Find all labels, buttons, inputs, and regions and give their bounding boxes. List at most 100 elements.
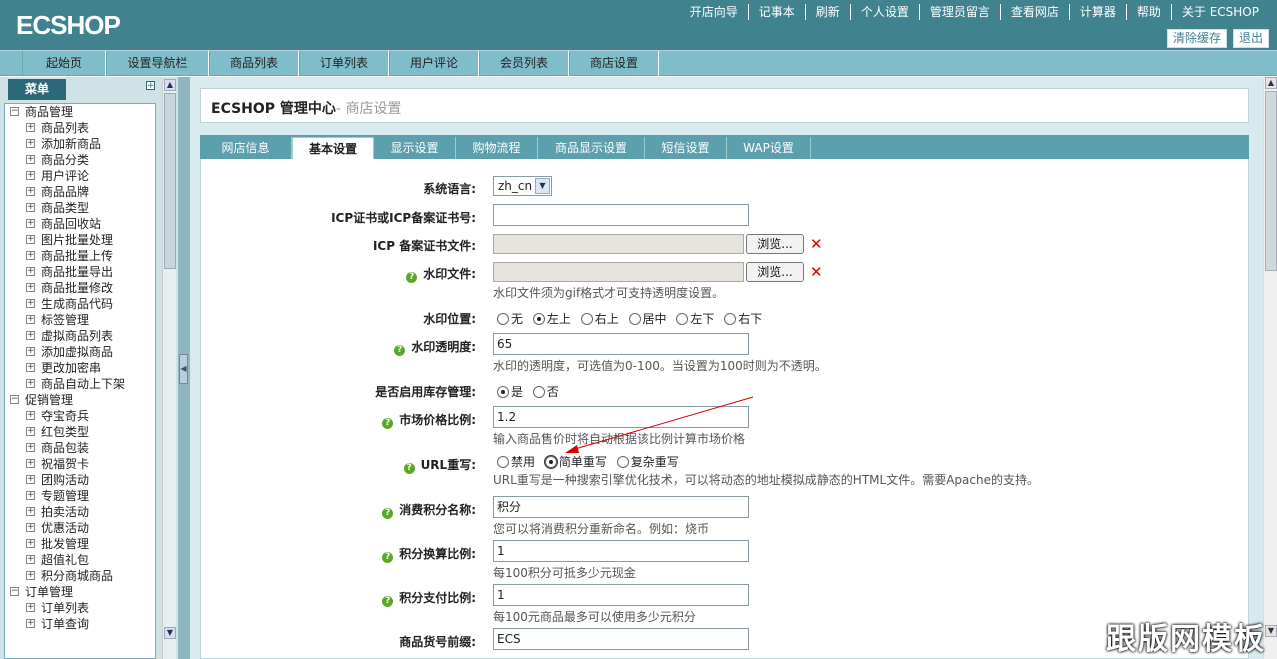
scroll-thumb[interactable]	[1265, 91, 1277, 271]
scroll-thumb[interactable]	[164, 93, 176, 269]
menu-item[interactable]: + 商品自动上下架	[5, 376, 155, 392]
tab-display[interactable]: 显示设置	[374, 137, 456, 159]
sidebar-scrollbar[interactable]: ▲ ▼	[162, 79, 176, 659]
link-setup-wizard[interactable]: 开店向导	[680, 4, 748, 20]
link-notepad[interactable]: 记事本	[747, 4, 805, 20]
collapse-sidebar-icon[interactable]: ◀	[179, 354, 188, 384]
menu-item[interactable]: + 夺宝奇兵	[5, 408, 155, 424]
tab-basic[interactable]: 基本设置	[292, 137, 374, 159]
link-refresh[interactable]: 刷新	[804, 4, 850, 20]
menu-item[interactable]: + 团购活动	[5, 472, 155, 488]
collapse-icon[interactable]: −	[10, 395, 19, 404]
link-help[interactable]: 帮助	[1125, 4, 1171, 20]
scroll-down-icon[interactable]: ▼	[164, 627, 176, 639]
scroll-up-icon[interactable]: ▲	[164, 79, 176, 91]
points-pay-input[interactable]: 1	[493, 584, 749, 606]
menu-item[interactable]: + 超值礼包	[5, 552, 155, 568]
link-calculator[interactable]: 计算器	[1068, 4, 1126, 20]
nav-comments[interactable]: 用户评论	[389, 51, 479, 76]
icp-input[interactable]	[493, 204, 749, 226]
help-icon[interactable]: ?	[382, 596, 394, 607]
menu-item[interactable]: + 商品包装	[5, 440, 155, 456]
logout-button[interactable]: 退出	[1232, 29, 1269, 48]
menu-item[interactable]: + 更改加密串	[5, 360, 155, 376]
help-icon[interactable]: ?	[382, 508, 394, 519]
menu-item[interactable]: + 商品批量上传	[5, 248, 155, 264]
menu-item[interactable]: + 用户评论	[5, 168, 155, 184]
menu-item[interactable]: + 优惠活动	[5, 520, 155, 536]
expand-all-icon[interactable]: +	[146, 81, 155, 91]
help-icon[interactable]: ?	[403, 463, 415, 474]
menu-item[interactable]: + 商品列表	[5, 120, 155, 136]
menu-item[interactable]: + 添加新商品	[5, 136, 155, 152]
collapse-icon[interactable]: −	[10, 107, 19, 116]
nav-start[interactable]: 起始页	[22, 51, 106, 76]
icp-file-input[interactable]	[493, 234, 744, 254]
delete-icon[interactable]: ✕	[810, 237, 823, 252]
menu-item[interactable]: + 订单查询	[5, 616, 155, 632]
link-profile[interactable]: 个人设置	[849, 4, 919, 20]
sidebar-splitter[interactable]: ◀	[178, 77, 190, 659]
sn-prefix-input[interactable]: ECS	[493, 628, 749, 650]
menu-group-goods[interactable]: − 商品管理	[5, 104, 155, 120]
main-scrollbar[interactable]: ▲ ▼	[1263, 77, 1277, 659]
menu-group-promotion[interactable]: − 促销管理	[5, 392, 155, 408]
menu-item[interactable]: + 拍卖活动	[5, 504, 155, 520]
menu-item[interactable]: + 虚拟商品列表	[5, 328, 155, 344]
link-view-shop[interactable]: 查看网店	[999, 4, 1069, 20]
radio-disable[interactable]: 禁用	[497, 455, 535, 469]
menu-item[interactable]: + 商品批量修改	[5, 280, 155, 296]
radio-yes[interactable]: 是	[497, 385, 523, 399]
tab-goods-display[interactable]: 商品显示设置	[538, 137, 645, 159]
menu-item[interactable]: + 订单列表	[5, 600, 155, 616]
wm-alpha-input[interactable]: 65	[493, 333, 749, 355]
menu-item[interactable]: + 商品品牌	[5, 184, 155, 200]
tab-shop-info[interactable]: 网店信息	[200, 137, 292, 159]
help-icon[interactable]: ?	[382, 552, 394, 563]
clear-cache-button[interactable]: 清除缓存	[1166, 29, 1227, 48]
scroll-down-icon[interactable]: ▼	[1265, 625, 1277, 637]
nav-shop-settings[interactable]: 商店设置	[569, 51, 659, 76]
watermark-browse-button[interactable]: 浏览...	[746, 262, 804, 282]
help-icon[interactable]: ?	[382, 418, 394, 429]
menu-item[interactable]: + 商品类型	[5, 200, 155, 216]
menu-item[interactable]: + 祝福贺卡	[5, 456, 155, 472]
menu-item[interactable]: + 生成商品代码	[5, 296, 155, 312]
menu-item[interactable]: + 添加虚拟商品	[5, 344, 155, 360]
points-rate-input[interactable]: 1	[493, 540, 749, 562]
nav-setup-navbar[interactable]: 设置导航栏	[106, 51, 209, 76]
radio-no[interactable]: 否	[532, 385, 559, 399]
menu-item[interactable]: + 商品回收站	[5, 216, 155, 232]
menu-item[interactable]: + 图片批量处理	[5, 232, 155, 248]
link-admin-message[interactable]: 管理员留言	[918, 4, 1000, 20]
help-icon[interactable]: ?	[406, 272, 418, 283]
radio-top-left[interactable]: 左上	[532, 312, 571, 326]
link-about[interactable]: 关于 ECSHOP	[1170, 4, 1269, 20]
nav-members[interactable]: 会员列表	[479, 51, 569, 76]
menu-item[interactable]: + 红包类型	[5, 424, 155, 440]
tab-sms[interactable]: 短信设置	[645, 137, 727, 159]
menu-item[interactable]: + 专题管理	[5, 488, 155, 504]
icp-browse-button[interactable]: 浏览...	[746, 234, 804, 254]
help-icon[interactable]: ?	[394, 345, 406, 356]
tab-shopping-flow[interactable]: 购物流程	[456, 137, 538, 159]
points-name-input[interactable]: 积分	[493, 496, 749, 518]
menu-group-orders[interactable]: − 订单管理	[5, 584, 155, 600]
radio-bottom-right[interactable]: 右下	[724, 312, 762, 326]
radio-top-right[interactable]: 右上	[580, 312, 619, 326]
radio-center[interactable]: 居中	[628, 312, 667, 326]
scroll-up-icon[interactable]: ▲	[1265, 77, 1277, 89]
menu-item[interactable]: + 积分商城商品	[5, 568, 155, 584]
menu-item[interactable]: + 批发管理	[5, 536, 155, 552]
nav-order-list[interactable]: 订单列表	[299, 51, 389, 76]
collapse-icon[interactable]: −	[10, 587, 19, 596]
tab-wap[interactable]: WAP设置	[727, 137, 811, 159]
lang-select[interactable]: zh_cn ▼	[493, 176, 552, 196]
menu-item[interactable]: + 商品分类	[5, 152, 155, 168]
radio-bottom-left[interactable]: 左下	[676, 312, 714, 326]
menu-item[interactable]: + 标签管理	[5, 312, 155, 328]
delete-icon[interactable]: ✕	[810, 265, 823, 280]
menu-item[interactable]: + 商品批量导出	[5, 264, 155, 280]
radio-none[interactable]: 无	[497, 312, 523, 326]
watermark-file-input[interactable]	[493, 262, 744, 282]
